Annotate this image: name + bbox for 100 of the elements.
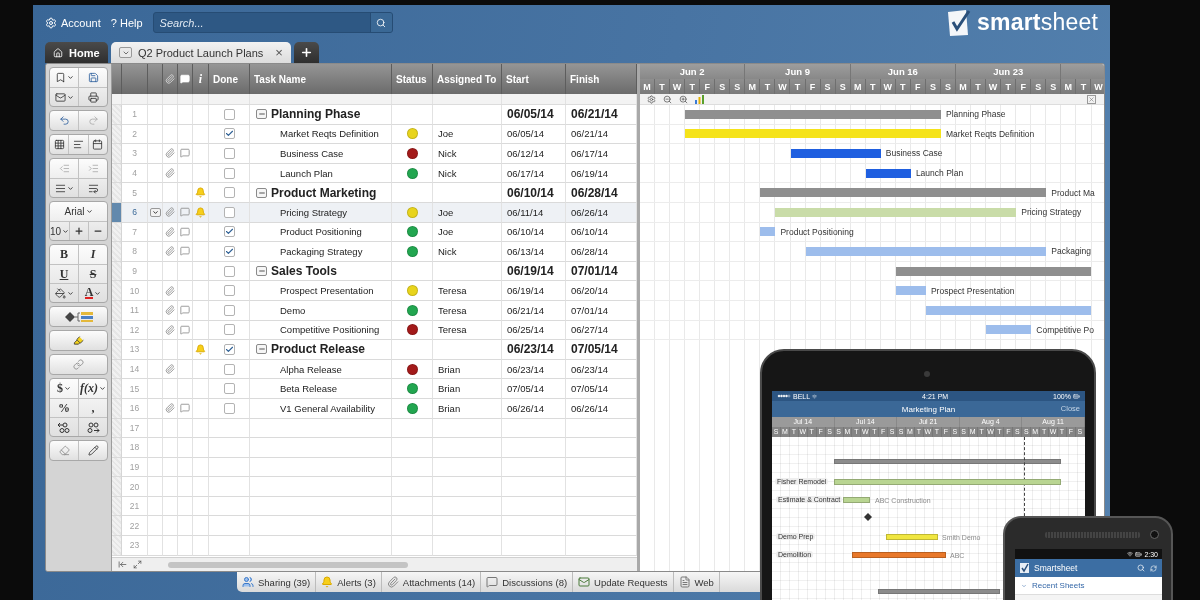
done-checkbox[interactable]	[223, 167, 235, 179]
collapse-button[interactable]	[256, 187, 267, 198]
paint-bucket-icon	[54, 287, 66, 299]
table-row[interactable]: 4 Launch Plan Nick 06/17/14 06/19/14	[112, 163, 637, 184]
done-checkbox[interactable]	[223, 363, 235, 375]
done-checkbox[interactable]	[223, 226, 235, 238]
sheet-tab[interactable]: Q2 Product Launch Plans ×	[111, 42, 291, 63]
finish-date: 06/21/14	[571, 107, 618, 122]
day-label: S	[1050, 81, 1057, 92]
collapse-button[interactable]	[256, 266, 267, 277]
panel-tab[interactable]: Attachments (14)	[381, 572, 482, 592]
table-row[interactable]: 11 Demo Teresa 06/21/14 07/01/14	[112, 300, 637, 321]
task-name: Business Case	[280, 148, 344, 159]
done-checkbox[interactable]	[223, 383, 235, 395]
italic-button[interactable]: I	[78, 245, 107, 264]
calendar-icon	[92, 139, 104, 150]
done-checkbox[interactable]	[223, 206, 235, 218]
close-button[interactable]	[1087, 94, 1096, 104]
row-number: 22	[129, 520, 140, 531]
table-row[interactable]: 12 Competitive Positioning Teresa 06/25/14 06/27/14	[112, 320, 637, 341]
table-row[interactable]: 5 Product Marketing 06/10/14 06/28/14	[112, 183, 637, 203]
formula-button[interactable]: f(x)	[78, 379, 107, 398]
search-field[interactable]: Search...	[153, 13, 370, 32]
panel-tab[interactable]: Update Requests	[573, 572, 674, 592]
start-date: 07/05/14	[507, 383, 544, 395]
table-row[interactable]: 13 Product Release 06/23/14 07/05/14	[112, 340, 637, 360]
wifi-icon	[1127, 551, 1134, 557]
row-menu-button[interactable]	[149, 207, 161, 217]
currency-button[interactable]: $	[50, 379, 78, 398]
done-checkbox[interactable]	[223, 148, 235, 159]
underline-button[interactable]: U	[50, 265, 78, 283]
done-checkbox[interactable]	[223, 402, 235, 414]
done-checkbox[interactable]	[223, 285, 235, 297]
panel-tab[interactable]: Sharing (39)	[237, 572, 317, 592]
table-row[interactable]: 8 Packaging Strategy Nick 06/13/14 06/28/14	[112, 242, 637, 262]
settings-icon[interactable]	[647, 94, 656, 104]
table-row[interactable]: 6 Pricing Strategy Joe 06/11/14 06/26/14	[112, 202, 637, 223]
panel-tab[interactable]: Discussions (8)	[481, 572, 574, 592]
strikethrough-button[interactable]: S	[78, 265, 107, 283]
table-row[interactable]: 10 Prospect Presentation Teresa 06/19/14 06/20/14	[112, 281, 637, 301]
panel-tab[interactable]: Alerts (3)	[316, 572, 382, 592]
day-label: S	[824, 81, 831, 92]
table-row[interactable]: 16 V1 General Availability Brian 06/26/14 06/26/14	[112, 398, 637, 419]
table-row[interactable]: 2 Market Reqts Definition Joe 06/05/14 06/21/14	[112, 124, 637, 145]
search-field[interactable]: Search...	[152, 12, 393, 33]
collapse-button[interactable]	[256, 344, 267, 355]
week-label: Jun 16	[887, 66, 918, 77]
search-icon[interactable]	[1137, 564, 1145, 572]
bold-button[interactable]: B	[50, 245, 78, 264]
comma-button[interactable]: ,	[78, 399, 107, 417]
start-date: 06/17/14	[507, 167, 544, 179]
bookmark-icon	[54, 72, 66, 83]
refresh-icon[interactable]	[1150, 564, 1157, 572]
day-label: T	[1080, 81, 1087, 92]
done-checkbox[interactable]	[223, 187, 235, 199]
done-checkbox[interactable]	[223, 108, 235, 120]
bar-chart-icon[interactable]	[695, 94, 704, 104]
done-checkbox[interactable]	[223, 343, 235, 355]
horizontal-scrollbar[interactable]	[168, 561, 408, 568]
collapse-left-icon[interactable]	[118, 560, 127, 569]
font-color-button[interactable]: A	[78, 284, 107, 302]
table-row[interactable]: 15 Beta Release Brian 07/05/14 07/05/14	[112, 379, 637, 399]
recent-sheets-item[interactable]: Recent Sheets	[1015, 577, 1162, 595]
task-name: Alpha Release	[280, 363, 342, 375]
collapse-button[interactable]	[256, 109, 267, 120]
day-label: F	[915, 81, 921, 92]
search-button[interactable]	[369, 13, 392, 32]
table-row[interactable]: 14 Alpha Release Brian 06/23/14 06/23/14	[112, 359, 637, 380]
panel-tab[interactable]: Web	[673, 572, 720, 592]
done-checkbox[interactable]	[223, 265, 235, 277]
camera-icon	[1150, 530, 1159, 539]
font-size-select[interactable]: 10	[50, 222, 70, 240]
done-checkbox[interactable]	[223, 324, 235, 336]
add-tab-button[interactable]	[293, 42, 319, 63]
done-checkbox[interactable]	[223, 304, 235, 316]
bar-label: Launch Plan	[915, 168, 964, 179]
zoom-out-icon[interactable]	[663, 94, 672, 104]
percent-button[interactable]: %	[50, 399, 78, 417]
assignee-name: Brian	[438, 402, 461, 414]
done-checkbox[interactable]	[223, 128, 235, 140]
paperclip-icon	[165, 148, 175, 159]
font-select[interactable]: Arial	[50, 202, 107, 221]
caret-icon	[66, 74, 74, 81]
zoom-in-icon[interactable]	[679, 94, 688, 104]
table-row[interactable]: 1 Planning Phase 06/05/14 06/21/14	[112, 105, 637, 125]
table-row[interactable]: 7 Product Positioning Joe 06/10/14 06/10/14	[112, 222, 637, 243]
table-row[interactable]: 3 Business Case Nick 06/12/14 06/17/14	[112, 144, 637, 164]
table-row[interactable]: 9 Sales Tools 06/19/14 07/01/14	[112, 261, 637, 282]
day-label: W	[988, 81, 998, 92]
done-checkbox[interactable]	[223, 245, 235, 257]
close-tab-button[interactable]: ×	[275, 45, 283, 60]
account-link[interactable]: Account	[45, 16, 101, 29]
caret-button[interactable]	[119, 47, 132, 58]
help-link[interactable]: ? Help	[110, 16, 143, 29]
row-number: 9	[132, 266, 137, 277]
home-tab[interactable]: Home	[45, 42, 108, 63]
mail-icon	[578, 576, 591, 588]
start-date: 06/26/14	[507, 402, 544, 414]
expand-icon[interactable]	[133, 560, 142, 569]
row-number: 4	[132, 168, 137, 179]
